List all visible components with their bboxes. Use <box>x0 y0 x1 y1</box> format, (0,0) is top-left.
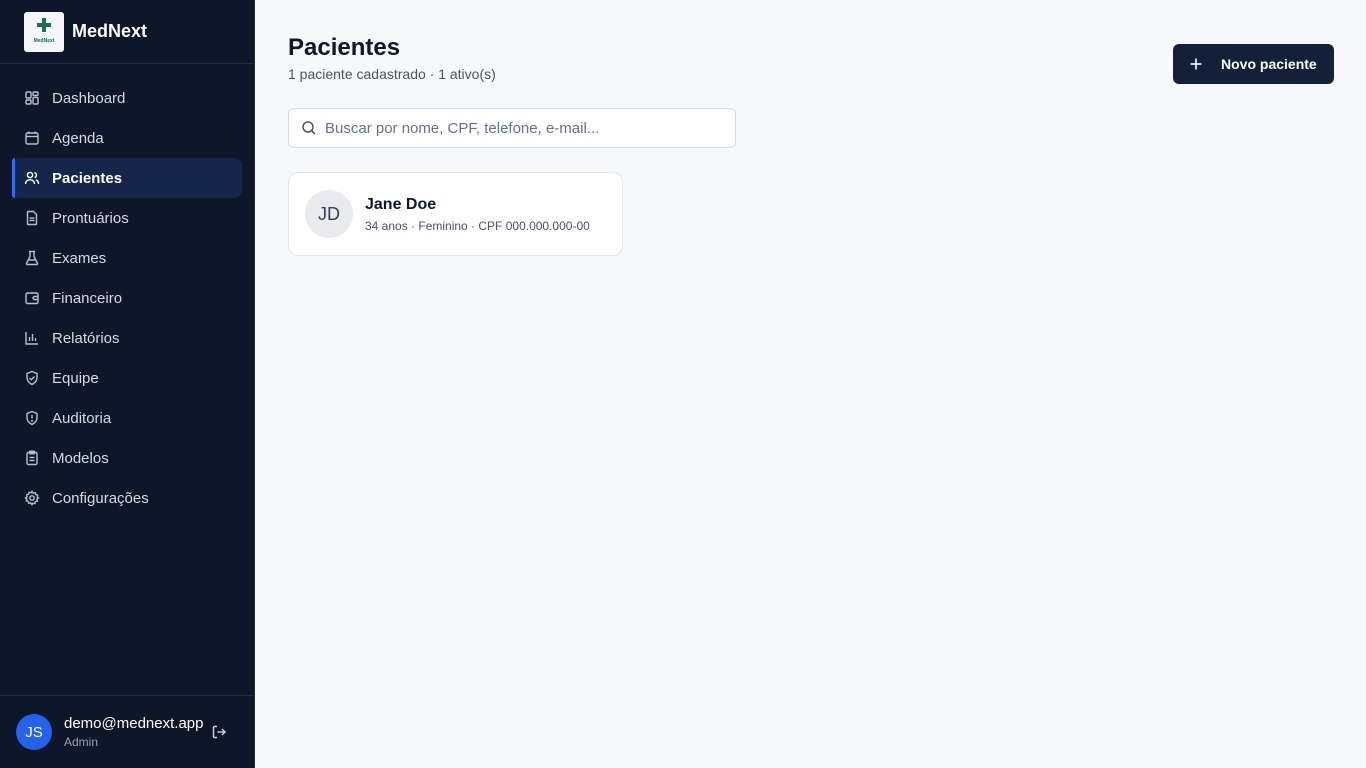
sidebar-item-dashboard[interactable]: Dashboard <box>12 78 242 118</box>
search-box[interactable] <box>288 108 736 148</box>
document-icon <box>24 210 40 226</box>
sidebar-item-prontuarios[interactable]: Prontuários <box>12 198 242 238</box>
calendar-icon <box>24 130 40 146</box>
clipboard-icon <box>24 450 40 466</box>
sidebar-item-financeiro[interactable]: Financeiro <box>12 278 242 318</box>
logout-icon[interactable] <box>211 724 227 740</box>
sidebar-item-label: Financeiro <box>52 289 123 307</box>
sidebar-item-label: Pacientes <box>52 169 123 187</box>
sidebar-item-equipe[interactable]: Equipe <box>12 358 242 398</box>
shield-alert-icon <box>24 410 40 426</box>
sidebar: MedNext MedNext Dashboard Agenda Pacient… <box>0 0 255 768</box>
sidebar-item-label: Exames <box>52 249 107 267</box>
app-name: MedNext <box>72 21 148 41</box>
patient-avatar: JD <box>305 190 353 238</box>
new-patient-label: Novo paciente <box>1221 56 1317 72</box>
app-logo: MedNext <box>24 11 64 52</box>
new-patient-button[interactable]: Novo paciente <box>1173 44 1334 84</box>
sidebar-item-configuracoes[interactable]: Configurações <box>12 478 242 518</box>
user-email: demo@mednext.app <box>64 715 204 732</box>
shield-check-icon <box>24 370 40 386</box>
sidebar-item-label: Prontuários <box>52 209 129 227</box>
sidebar-item-label: Relatórios <box>52 329 120 347</box>
patient-card[interactable]: JD Jane Doe 34 anos · Feminino · CPF 000… <box>288 172 623 256</box>
sidebar-item-exames[interactable]: Exames <box>12 238 242 278</box>
flask-icon <box>24 250 40 266</box>
sidebar-nav: Dashboard Agenda Pacientes Prontuários E… <box>0 64 254 518</box>
sidebar-item-auditoria[interactable]: Auditoria <box>12 398 242 438</box>
gear-icon <box>24 490 40 506</box>
wallet-icon <box>24 290 40 306</box>
patient-info: Jane Doe 34 anos · Feminino · CPF 000.00… <box>365 196 590 233</box>
avatar[interactable]: JS <box>16 714 52 750</box>
page-subtitle: 1 paciente cadastrado · 1 ativo(s) <box>288 66 496 82</box>
user-role: Admin <box>64 735 99 749</box>
sidebar-item-label: Modelos <box>52 449 109 467</box>
patient-name: Jane Doe <box>365 195 437 213</box>
search-icon <box>302 121 316 135</box>
sidebar-item-label: Equipe <box>52 369 99 387</box>
sidebar-item-label: Agenda <box>52 129 104 147</box>
brand[interactable]: MedNext MedNext <box>0 0 254 64</box>
users-icon <box>24 170 40 186</box>
dashboard-grid-icon <box>24 90 40 106</box>
plus-icon <box>1190 58 1202 70</box>
bar-chart-icon <box>24 330 40 346</box>
sidebar-item-pacientes[interactable]: Pacientes <box>12 158 242 198</box>
page-title: Pacientes <box>288 34 401 61</box>
sidebar-item-agenda[interactable]: Agenda <box>12 118 242 158</box>
sidebar-item-relatorios[interactable]: Relatórios <box>12 318 242 358</box>
sidebar-item-label: Configurações <box>52 489 149 507</box>
sidebar-item-modelos[interactable]: Modelos <box>12 438 242 478</box>
medical-cross-icon <box>37 17 51 32</box>
patient-meta: 34 anos · Feminino · CPF 000.000.000-00 <box>365 218 590 233</box>
logo-text: MedNext <box>33 37 55 44</box>
sidebar-item-label: Auditoria <box>52 409 112 427</box>
user-panel: JS demo@mednext.app Admin <box>0 695 255 768</box>
main-content: Pacientes 1 paciente cadastrado · 1 ativ… <box>255 0 1366 768</box>
sidebar-item-label: Dashboard <box>52 89 126 107</box>
user-info: demo@mednext.app Admin <box>64 715 203 749</box>
search-input[interactable] <box>325 119 725 137</box>
